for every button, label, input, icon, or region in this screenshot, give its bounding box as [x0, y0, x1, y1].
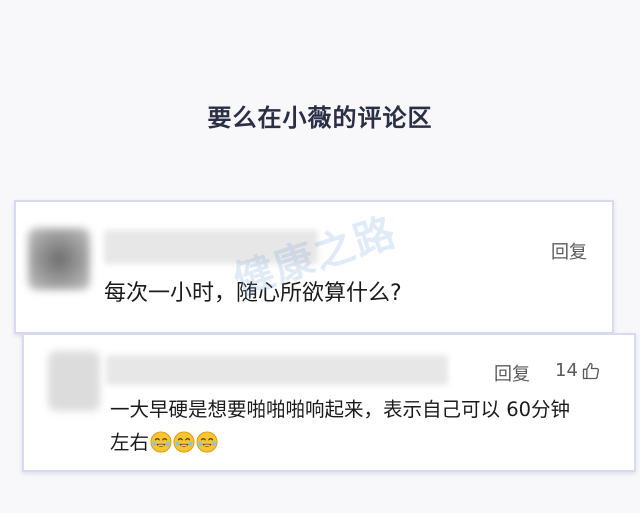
- comment-text: 每次一小时，随心所欲算什么?: [104, 281, 402, 306]
- reply-button[interactable]: 回复: [494, 360, 530, 386]
- reply-text: 一大早硬是想要啪啪啪响起来，表示自己可以 60分钟左右: [110, 393, 580, 459]
- like-count: 14: [555, 360, 578, 381]
- avatar[interactable]: [28, 228, 90, 290]
- crying-laughing-emoji-icon: [173, 431, 195, 453]
- crying-laughing-emoji-icon: [150, 431, 172, 453]
- thumbs-up-icon: [582, 362, 599, 379]
- comment-card: 回复 每次一小时，随心所欲算什么?: [14, 200, 614, 334]
- page-title: 要么在小薇的评论区: [207, 104, 433, 132]
- reply-button[interactable]: 回复: [551, 238, 587, 264]
- reply-card: 回复 14 一大早硬是想要啪啪啪响起来，表示自己可以 60分钟左右: [22, 333, 636, 472]
- username-blurred: [106, 355, 448, 385]
- like-button[interactable]: 14: [555, 360, 601, 381]
- username-blurred: [104, 230, 318, 264]
- crying-laughing-emoji-icon: [196, 431, 218, 453]
- avatar[interactable]: [48, 351, 100, 411]
